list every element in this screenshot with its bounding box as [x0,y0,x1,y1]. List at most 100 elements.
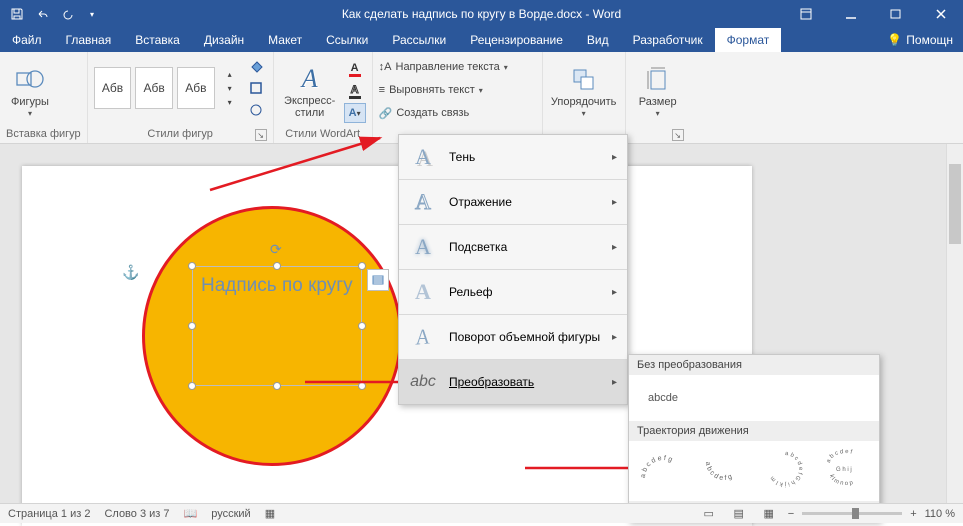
rotate-handle-icon[interactable]: ⟳ [270,241,284,255]
tab-layout[interactable]: Макет [256,28,314,52]
style-gallery-more-icon[interactable]: ▾ [219,96,241,109]
transform-arch-down[interactable]: a b c d e f g [637,447,688,491]
status-spellcheck-icon[interactable]: 📖 [184,507,198,520]
qat-dropdown-icon[interactable]: ▾ [81,3,103,25]
minimize-icon[interactable] [828,0,873,28]
menu-reflection[interactable]: A Отражение▸ [399,180,627,224]
style-gallery-up-icon[interactable]: ▴ [219,68,241,81]
menu-shadow[interactable]: A Тень▸ [399,135,627,179]
shape-effects-icon[interactable] [245,100,267,120]
arrange-button[interactable]: Упорядочить ▾ [549,58,619,124]
tab-insert[interactable]: Вставка [123,28,192,52]
size-button[interactable]: Размер ▾ [632,58,684,124]
scrollbar-thumb[interactable] [949,164,961,244]
group-label-wordart: Стили WordArt [280,126,366,143]
resize-handle[interactable] [188,322,196,330]
zoom-out-icon[interactable]: − [788,508,794,520]
resize-handle[interactable] [358,262,366,270]
text-fill-icon[interactable]: A [344,59,366,79]
menu-transform[interactable]: abc Преобразовать▸ [399,360,627,404]
text-outline-icon[interactable]: A [344,81,366,101]
resize-handle[interactable] [358,382,366,390]
arrange-label: Упорядочить [551,96,616,108]
menu-glow[interactable]: A Подсветка▸ [399,225,627,269]
zoom-thumb[interactable] [852,508,859,519]
undo-icon[interactable] [31,3,53,25]
style-preset-3[interactable]: Абв [177,67,215,109]
tab-format[interactable]: Формат [715,28,782,52]
resize-handle[interactable] [188,262,196,270]
layout-options-icon[interactable] [367,269,389,291]
svg-text:k l m n o p: k l m n o p [827,474,853,487]
menu-label: Рельеф [449,285,493,299]
group-label-styles: Стили фигур↘ [94,126,267,143]
style-preset-2[interactable]: Абв [135,67,173,109]
svg-text:a b c d e f g: a b c d e f g [703,461,732,482]
menu-label: Подсветка [449,240,507,254]
zoom-in-icon[interactable]: + [910,508,916,520]
menu-bevel[interactable]: A Рельеф▸ [399,270,627,314]
resize-handle[interactable] [273,382,281,390]
text-effects-icon[interactable]: A▾ [344,103,366,123]
zoom-slider[interactable] [802,512,902,515]
text-direction-button[interactable]: ↕AНаправление текста▾ [379,56,536,78]
group-text: ↕AНаправление текста▾ ≡Выровнять текст▾ … [373,52,543,143]
create-link-button[interactable]: 🔗Создать связь [379,102,536,124]
vertical-scrollbar[interactable] [946,144,963,503]
redo-icon[interactable] [56,3,78,25]
tab-file[interactable]: Файл [0,28,54,52]
status-macro-icon[interactable]: ▦ [265,507,275,520]
view-print-icon[interactable]: ▤ [728,506,750,522]
status-page[interactable]: Страница 1 из 2 [8,508,90,520]
size-dialog-launcher-icon[interactable]: ↘ [672,129,684,141]
tab-developer[interactable]: Разработчик [621,28,715,52]
style-preset-1[interactable]: Абв [94,67,132,109]
resize-handle[interactable] [358,322,366,330]
text-box[interactable]: Надпись по кругу ⟳ [192,266,362,386]
wordart-quickstyles-button[interactable]: A Экспресс- стили [280,58,340,124]
menu-3d-rotation[interactable]: A Поворот объемной фигуры▸ [399,315,627,359]
arrange-icon [568,64,600,96]
shapes-label: Фигуры [11,96,49,108]
group-insert-shapes: Фигуры ▾ Вставка фигур [0,52,88,143]
view-web-icon[interactable]: ▦ [758,506,780,522]
transform-arch-up[interactable]: a b c d e f g [698,447,749,491]
svg-text:G h i j: G h i j [836,467,852,473]
wordart-icon: A [294,63,326,95]
align-text-button[interactable]: ≡Выровнять текст▾ [379,79,536,101]
resize-handle[interactable] [188,382,196,390]
shapes-button[interactable]: Фигуры ▾ [6,58,54,124]
tab-review[interactable]: Рецензирование [458,28,575,52]
tab-references[interactable]: Ссылки [314,28,380,52]
view-read-icon[interactable]: ▭ [698,506,720,522]
styles-dialog-launcher-icon[interactable]: ↘ [255,129,267,141]
tell-me[interactable]: 💡 Помощн [881,28,963,52]
group-wordart-styles: A Экспресс- стили A A A▾ Стили WordArt [274,52,373,143]
tab-design[interactable]: Дизайн [192,28,256,52]
save-icon[interactable] [6,3,28,25]
style-gallery-down-icon[interactable]: ▾ [219,82,241,95]
shape-outline-icon[interactable] [245,78,267,98]
glow-icon: A [409,233,437,261]
tab-home[interactable]: Главная [54,28,124,52]
shape-fill-icon[interactable] [245,56,267,76]
text-effects-menu: A Тень▸ A Отражение▸ A Подсветка▸ A Рель… [398,134,628,405]
status-words[interactable]: Слово 3 из 7 [104,508,169,520]
close-icon[interactable] [918,0,963,28]
ribbon-options-icon[interactable] [783,0,828,28]
resize-handle[interactable] [273,262,281,270]
transform-circle[interactable]: a b c d e f G h i j k l m [759,447,810,491]
text-box-content[interactable]: Надпись по кругу [193,267,361,305]
transform-none[interactable]: abcde [639,383,687,413]
svg-text:a b c d e f: a b c d e f [825,449,852,464]
wordart-label: Экспресс- стили [284,95,335,119]
svg-text:a b c d e f g: a b c d e f g [639,455,672,478]
zoom-value[interactable]: 110 % [925,508,955,520]
transform-button[interactable]: a b c d e f G h i jk l m n o p [820,447,871,491]
link-icon: 🔗 [379,107,393,120]
svg-text:a b c d e f G h i j k l m: a b c d e f G h i j k l m [769,451,802,487]
tab-view[interactable]: Вид [575,28,621,52]
tab-mailings[interactable]: Рассылки [380,28,458,52]
maximize-icon[interactable] [873,0,918,28]
status-language[interactable]: русский [211,508,250,520]
